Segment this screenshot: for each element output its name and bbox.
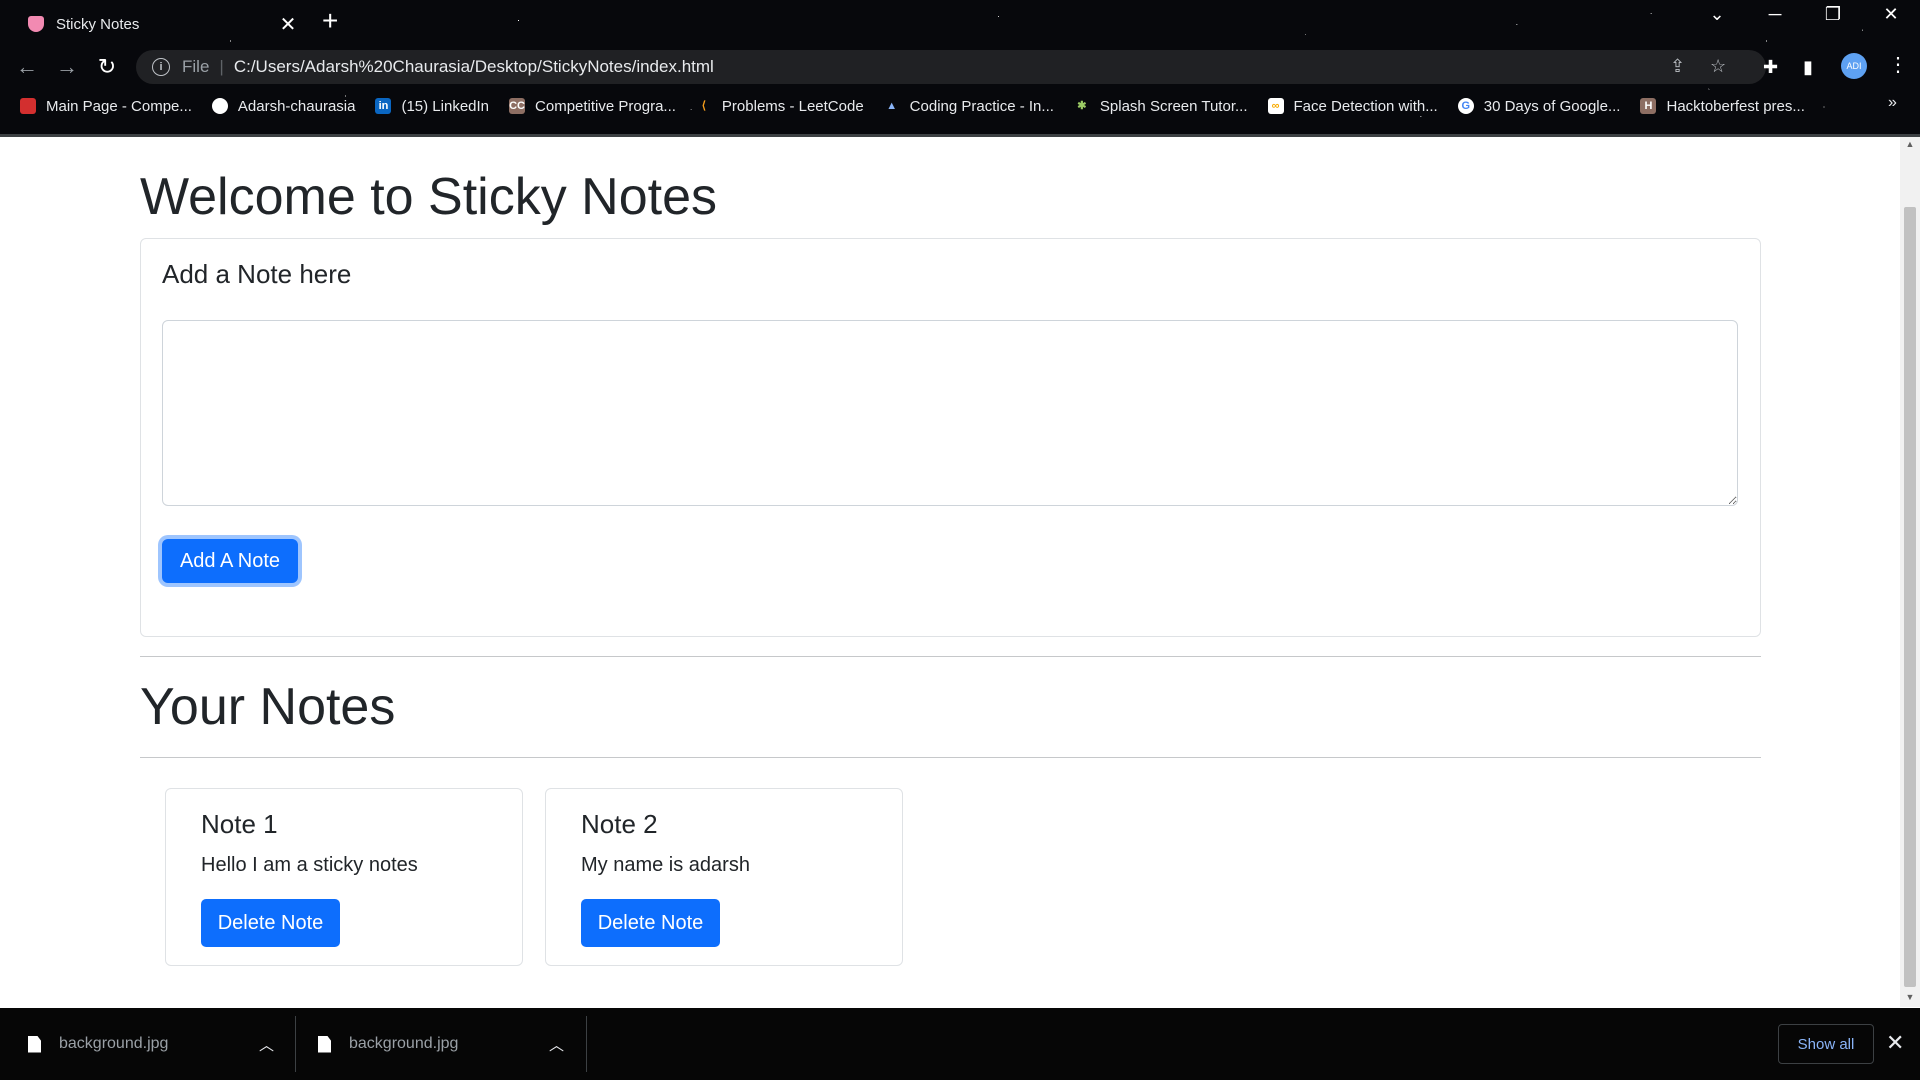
bookmark-item[interactable]: ▲ Coding Practice - In...: [884, 98, 1054, 115]
url-scheme: File: [182, 57, 210, 76]
add-note-button[interactable]: Add A Note: [162, 539, 298, 583]
bookmark-label: Adarsh-chaurasia: [237, 97, 356, 115]
note-card: Note 1 Hello I am a sticky notes Delete …: [165, 788, 523, 966]
bookmark-item[interactable]: G 30 Days of Google...: [1457, 97, 1621, 115]
url-text[interactable]: C:/Users/Adarsh%20Chaurasia/Desktop/Stic…: [234, 57, 714, 77]
bookmark-star-icon[interactable]: ☆: [1710, 56, 1726, 77]
divider: [140, 757, 1761, 758]
bookmark-label: Splash Screen Tutor...: [1099, 97, 1248, 115]
side-panel-icon[interactable]: ▮: [1803, 57, 1813, 78]
android-icon: ✱: [1077, 100, 1087, 112]
scroll-down-arrow-icon[interactable]: ▼: [1904, 992, 1916, 1002]
restore-icon[interactable]: ❐: [1813, 4, 1853, 25]
bookmark-item[interactable]: ✱ Splash Screen Tutor...: [1074, 97, 1248, 115]
bookmark-label: Coding Practice - In...: [909, 97, 1054, 115]
forward-icon[interactable]: →: [52, 52, 82, 82]
show-all-button[interactable]: Show all: [1778, 1024, 1874, 1064]
bookmark-label: Competitive Progra...: [535, 97, 676, 115]
add-note-card: Add a Note here Add A Note: [140, 238, 1761, 637]
scroll-thumb[interactable]: [1904, 207, 1916, 987]
profile-avatar[interactable]: ADI: [1841, 53, 1867, 79]
bookmark-item[interactable]: CC Competitive Progra...: [509, 98, 676, 115]
chrome-menu-icon[interactable]: ⋮: [1888, 52, 1908, 77]
note-textarea[interactable]: [162, 320, 1738, 506]
shield-icon: [20, 98, 36, 114]
bookmark-label: Hacktoberfest pres...: [1666, 97, 1805, 115]
add-note-card-title: Add a Note here: [162, 259, 352, 289]
download-item[interactable]: background.jpg ︿: [290, 1008, 586, 1080]
chevron-up-icon[interactable]: ︿: [259, 1034, 274, 1055]
bookmark-item[interactable]: ∞ Face Detection with...: [1267, 97, 1438, 115]
linkedin-icon: in: [375, 98, 392, 114]
tab-search-icon[interactable]: ⌄: [1697, 4, 1737, 25]
scroll-up-arrow-icon[interactable]: ▲: [1904, 139, 1916, 149]
download-file-name: background.jpg: [349, 1035, 459, 1052]
reload-icon[interactable]: ↻: [92, 52, 122, 82]
file-icon: [318, 1035, 331, 1053]
bookmark-item[interactable]: H Hacktoberfest pres...: [1640, 97, 1805, 115]
github-icon: [211, 98, 228, 114]
browser-chrome: Sticky Notes ✕ + ⌄ ─ ❐ ✕ ← → ↻ i File | …: [0, 0, 1920, 137]
bookmark-item[interactable]: Main Page - Compe...: [20, 98, 192, 115]
note-card: Note 2 My name is adarsh Delete Note: [545, 788, 903, 966]
page-content: Welcome to Sticky Notes Add a Note here …: [0, 137, 1900, 1007]
site-info-icon[interactable]: i: [152, 58, 170, 76]
note-title: Note 1: [201, 809, 278, 839]
divider: [140, 656, 1761, 657]
minimize-icon[interactable]: ─: [1755, 4, 1795, 25]
address-bar[interactable]: i File | C:/Users/Adarsh%20Chaurasia/Des…: [136, 50, 1766, 84]
delete-note-button[interactable]: Delete Note: [201, 899, 340, 947]
bookmarks-overflow-icon[interactable]: »: [1888, 94, 1897, 112]
codechef-icon: CC: [509, 98, 526, 114]
bookmark-item[interactable]: Adarsh-chaurasia: [211, 97, 356, 115]
delete-note-button[interactable]: Delete Note: [581, 899, 720, 947]
extensions-icon[interactable]: ✚: [1763, 57, 1778, 78]
bookmark-label: 30 Days of Google...: [1483, 97, 1621, 115]
tab-close-icon[interactable]: ✕: [276, 12, 300, 37]
bookmarks-bar: Main Page - Compe... Adarsh-chaurasia in…: [0, 92, 1920, 120]
back-icon[interactable]: ←: [12, 52, 42, 82]
bookmark-item[interactable]: in (15) LinkedIn: [375, 98, 489, 115]
page-scrollbar[interactable]: ▲ ▼: [1900, 137, 1920, 1007]
notes-heading: Your Notes: [140, 678, 396, 736]
bookmark-label: Face Detection with...: [1293, 97, 1438, 115]
share-icon[interactable]: ⇪: [1670, 56, 1685, 77]
google-icon: G: [1457, 98, 1474, 114]
new-tab-button[interactable]: +: [322, 6, 338, 36]
leetcode-icon: ⟨: [701, 100, 707, 112]
note-title: Note 2: [581, 809, 658, 839]
url-separator: |: [219, 57, 224, 76]
sticky-notes-favicon-icon: [28, 16, 44, 32]
download-file-name: background.jpg: [59, 1035, 169, 1052]
download-item[interactable]: background.jpg ︿: [0, 1008, 295, 1080]
download-divider: [586, 1016, 587, 1072]
browser-toolbar: ← → ↻ i File | C:/Users/Adarsh%20Chauras…: [0, 48, 1920, 86]
tab-title: Sticky Notes: [56, 15, 140, 33]
chevron-up-icon[interactable]: ︿: [549, 1034, 564, 1055]
browser-tab[interactable]: Sticky Notes ✕: [16, 5, 308, 43]
file-icon: [28, 1035, 41, 1053]
download-shelf: background.jpg ︿ background.jpg ︿ Show a…: [0, 1008, 1920, 1080]
hacktoberfest-icon: H: [1640, 98, 1657, 114]
note-text: My name is adarsh: [581, 854, 750, 876]
close-shelf-icon[interactable]: ✕: [1886, 1030, 1904, 1056]
bookmark-label: Main Page - Compe...: [46, 97, 192, 115]
note-text: Hello I am a sticky notes: [201, 854, 418, 876]
bookmark-label: Problems - LeetCode: [721, 97, 864, 115]
colab-icon: ∞: [1267, 98, 1284, 114]
bookmark-item[interactable]: ⟨ Problems - LeetCode: [696, 98, 864, 115]
bookmark-label: (15) LinkedIn: [401, 97, 490, 115]
interviewbit-icon: ▲: [886, 100, 898, 112]
close-window-icon[interactable]: ✕: [1871, 4, 1911, 25]
page-title: Welcome to Sticky Notes: [140, 168, 718, 226]
